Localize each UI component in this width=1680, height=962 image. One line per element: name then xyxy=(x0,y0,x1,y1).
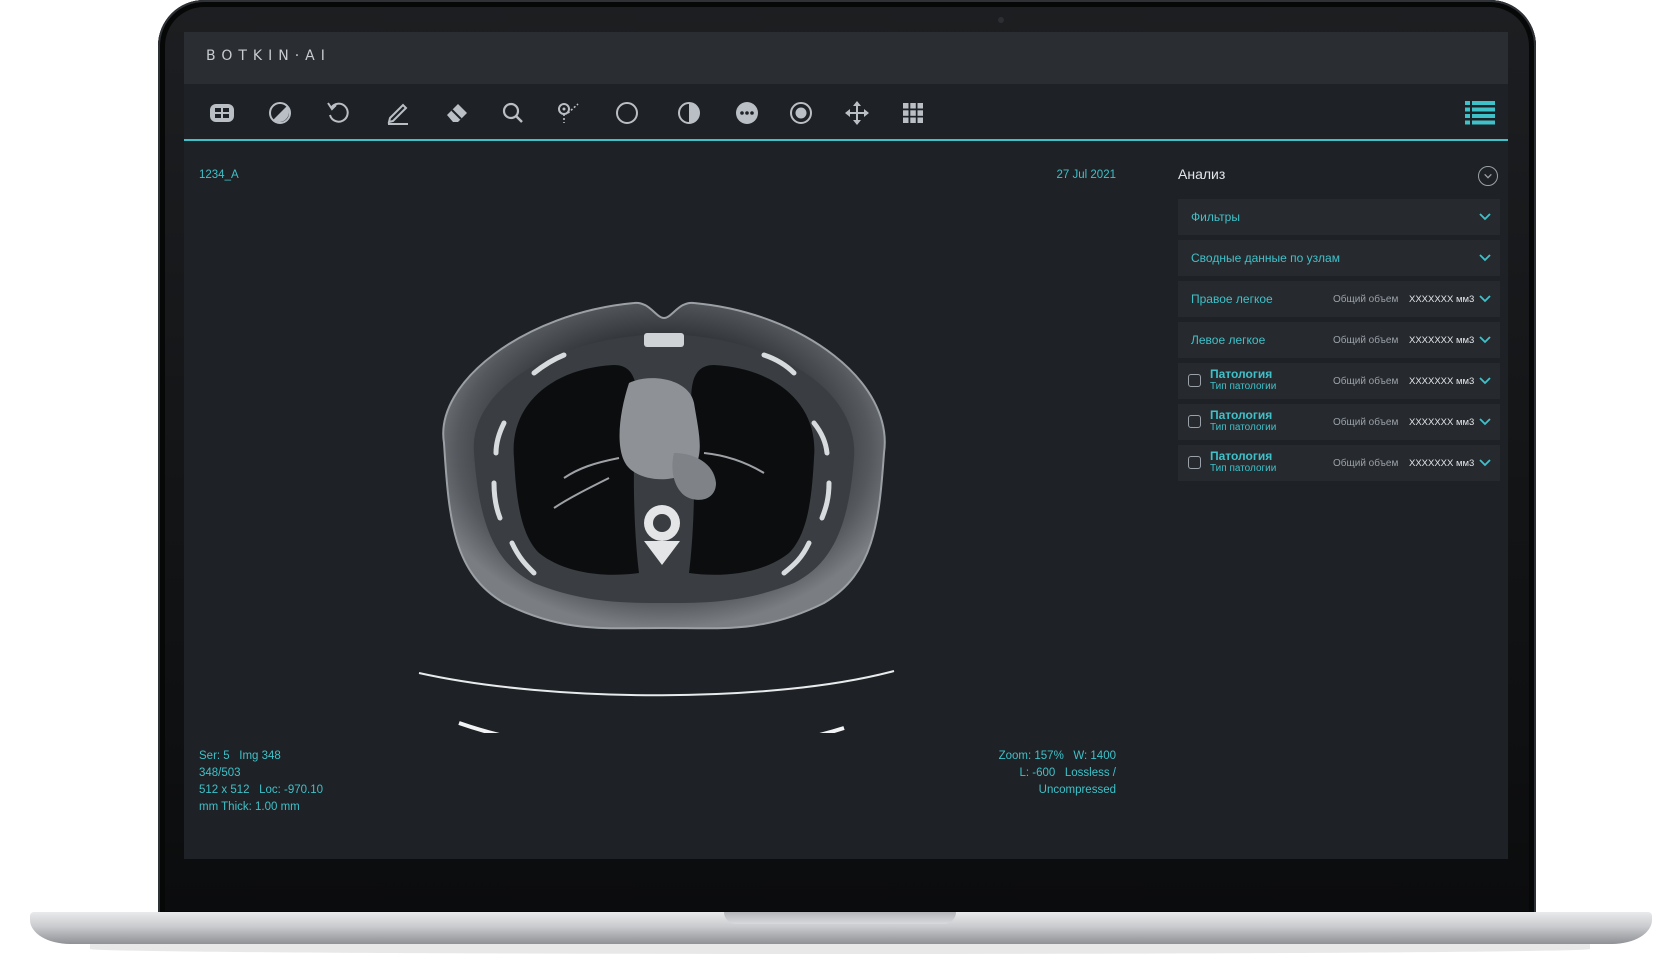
eraser-icon[interactable] xyxy=(442,98,472,128)
pathology-checkbox[interactable] xyxy=(1188,374,1201,387)
display-info: Zoom: 157% W: 1400 L: -600 Lossless / Un… xyxy=(999,748,1116,799)
volume-label: Общий объем xyxy=(1333,293,1399,305)
chevron-down-icon xyxy=(1479,213,1491,221)
row-label: Сводные данные по узлам xyxy=(1191,251,1340,265)
level-compression: L: -600 Lossless / xyxy=(1019,767,1116,779)
series-image: Ser: 5 Img 348 xyxy=(199,750,281,762)
volume-value: XXXXXXX мм3 xyxy=(1409,375,1475,387)
slice-thickness: mm Thick: 1.00 mm xyxy=(199,801,300,813)
panel-title: Анализ xyxy=(1178,166,1226,182)
volume-label: Общий объем xyxy=(1333,334,1399,346)
pathology-info: Патология Тип патологии xyxy=(1210,367,1276,392)
matrix-location: 512 x 512 Loc: -970.10 xyxy=(199,784,324,796)
ellipse-icon[interactable] xyxy=(612,98,642,128)
volume-value: XXXXXXX мм3 xyxy=(1409,457,1475,469)
pathology-row[interactable]: Патология Тип патологии Общий объем XXXX… xyxy=(1178,445,1500,481)
chevron-down-icon xyxy=(1484,173,1492,179)
analysis-list: Фильтры Сводные данные по узлам Правое л… xyxy=(1178,199,1500,486)
ct-scan-image[interactable] xyxy=(404,273,924,733)
row-label: Фильтры xyxy=(1191,210,1240,224)
volume-label: Общий объем xyxy=(1333,457,1399,469)
pathology-name: Патология xyxy=(1210,367,1273,381)
right-lung-row[interactable]: Правое легкое Общий объем XXXXXXX мм3 xyxy=(1178,281,1500,317)
analysis-panel: Анализ Фильтры Сводные данные по узлам П… xyxy=(1176,143,1504,859)
zoom-window: Zoom: 157% W: 1400 xyxy=(998,750,1116,762)
brand-logo: BOTKIN·AI xyxy=(206,48,331,64)
study-date: 27 Jul 2021 xyxy=(1056,169,1116,181)
series-info: Ser: 5 Img 348 348/503 512 x 512 Loc: -9… xyxy=(199,748,323,816)
image-position: 348/503 xyxy=(199,767,241,779)
volume-value: XXXXXXX мм3 xyxy=(1409,293,1475,305)
magnifier-icon[interactable] xyxy=(498,98,528,128)
row-label: Левое легкое xyxy=(1191,333,1266,347)
pathology-info: Патология Тип патологии xyxy=(1210,408,1276,433)
pathology-type: Тип патологии xyxy=(1210,422,1277,433)
volume-value: XXXXXXX мм3 xyxy=(1409,334,1475,346)
study-id: 1234_A xyxy=(199,169,239,181)
layout-grid-icon[interactable] xyxy=(207,98,237,128)
target-icon[interactable] xyxy=(786,98,816,128)
toolbar xyxy=(184,84,1508,141)
nodule-summary-row[interactable]: Сводные данные по узлам xyxy=(1178,240,1500,276)
pathology-checkbox[interactable] xyxy=(1188,456,1201,469)
left-lung-row[interactable]: Левое легкое Общий объем XXXXXXX мм3 xyxy=(1178,322,1500,358)
pencil-icon[interactable] xyxy=(383,98,413,128)
pathology-type: Тип патологии xyxy=(1210,381,1277,392)
chevron-down-icon xyxy=(1479,254,1491,262)
filters-row[interactable]: Фильтры xyxy=(1178,199,1500,235)
camera-icon xyxy=(998,17,1004,23)
app-screen: BOTKIN·AI 1234_A 27 Jul 2021 Ser: 5 Img … xyxy=(184,32,1508,859)
rotate-icon[interactable] xyxy=(323,98,353,128)
contrast-icon[interactable] xyxy=(674,98,704,128)
pathology-info: Патология Тип патологии xyxy=(1210,449,1276,474)
image-viewer[interactable]: 1234_A 27 Jul 2021 Ser: 5 Img 348 348/50… xyxy=(184,143,1144,859)
volume-label: Общий объем xyxy=(1333,416,1399,428)
pathology-type: Тип патологии xyxy=(1210,463,1277,474)
chevron-down-icon xyxy=(1479,459,1491,467)
pathology-name: Патология xyxy=(1210,449,1273,463)
chevron-down-icon xyxy=(1479,336,1491,344)
chevron-down-icon xyxy=(1479,377,1491,385)
grid-icon[interactable] xyxy=(898,98,928,128)
pathology-checkbox[interactable] xyxy=(1188,415,1201,428)
pathology-row[interactable]: Патология Тип патологии Общий объем XXXX… xyxy=(1178,363,1500,399)
window-level-icon[interactable] xyxy=(265,98,295,128)
pan-icon[interactable] xyxy=(842,98,872,128)
collapse-panel-button[interactable] xyxy=(1478,166,1498,186)
title-bar: BOTKIN·AI xyxy=(184,32,1508,84)
chevron-down-icon xyxy=(1479,295,1491,303)
pathology-name: Патология xyxy=(1210,408,1273,422)
chevron-down-icon xyxy=(1479,418,1491,426)
list-menu-icon[interactable] xyxy=(1464,97,1496,127)
volume-value: XXXXXXX мм3 xyxy=(1409,416,1475,428)
pathology-row[interactable]: Патология Тип патологии Общий объем XXXX… xyxy=(1178,404,1500,440)
laptop-shadow xyxy=(90,944,1590,954)
volume-label: Общий объем xyxy=(1333,375,1399,387)
compression-status: Uncompressed xyxy=(1038,784,1116,796)
probe-icon[interactable] xyxy=(553,98,583,128)
more-icon[interactable] xyxy=(732,98,762,128)
laptop-notch xyxy=(724,912,956,924)
row-label: Правое легкое xyxy=(1191,292,1273,306)
